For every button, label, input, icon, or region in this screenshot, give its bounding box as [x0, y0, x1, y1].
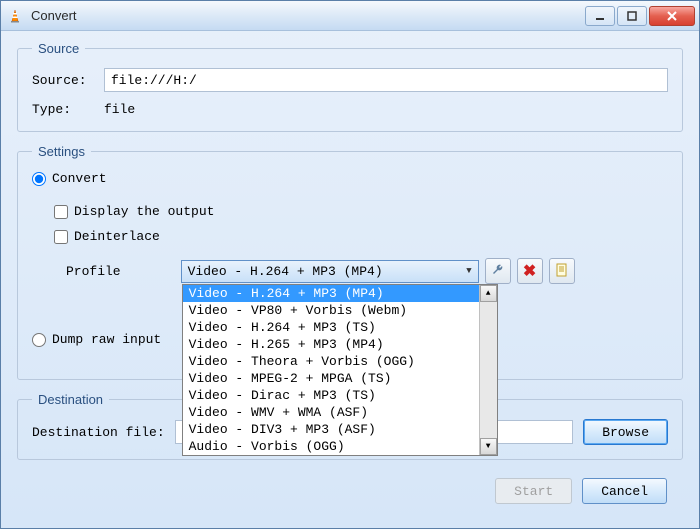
close-button[interactable] — [649, 6, 695, 26]
profile-option[interactable]: Video - DIV3 + MP3 (ASF) — [183, 421, 479, 438]
delete-profile-button[interactable]: ✖ — [517, 258, 543, 284]
new-profile-button[interactable] — [549, 258, 575, 284]
dropdown-scrollbar[interactable]: ▲ ▼ — [479, 285, 497, 455]
vlc-cone-icon — [5, 6, 25, 26]
dump-raw-label[interactable]: Dump raw input — [52, 332, 161, 347]
type-label: Type: — [32, 102, 104, 117]
destination-legend: Destination — [32, 392, 109, 407]
convert-dialog: Convert Source Source: Type: file — [0, 0, 700, 529]
convert-radio-label[interactable]: Convert — [52, 171, 107, 186]
titlebar: Convert — [1, 1, 699, 31]
dump-raw-radio[interactable] — [32, 333, 46, 347]
profile-option[interactable]: Video - Theora + Vorbis (OGG) — [183, 353, 479, 370]
deinterlace-checkbox[interactable] — [54, 230, 68, 244]
wrench-icon — [490, 262, 506, 281]
cancel-button[interactable]: Cancel — [582, 478, 667, 504]
profile-option[interactable]: Audio - Vorbis (OGG) — [183, 438, 479, 455]
profile-dropdown: Video - H.264 + MP3 (MP4) Video - VP80 +… — [182, 284, 498, 456]
profile-selected-text: Video - H.264 + MP3 (MP4) — [188, 264, 383, 279]
display-output-label[interactable]: Display the output — [74, 204, 214, 219]
new-document-icon — [554, 262, 570, 281]
convert-radio[interactable] — [32, 172, 46, 186]
scroll-down-icon[interactable]: ▼ — [480, 438, 497, 455]
profile-option[interactable]: Video - H.265 + MP3 (MP4) — [183, 336, 479, 353]
source-legend: Source — [32, 41, 85, 56]
destination-file-label: Destination file: — [32, 425, 165, 440]
profile-option[interactable]: Video - Dirac + MP3 (TS) — [183, 387, 479, 404]
minimize-button[interactable] — [585, 6, 615, 26]
source-label: Source: — [32, 73, 104, 88]
profile-option[interactable]: Video - VP80 + Vorbis (Webm) — [183, 302, 479, 319]
profile-option[interactable]: Video - WMV + WMA (ASF) — [183, 404, 479, 421]
type-value: file — [104, 102, 135, 117]
profile-option[interactable]: Video - H.264 + MP3 (TS) — [183, 319, 479, 336]
source-group: Source Source: Type: file — [17, 41, 683, 132]
profile-option[interactable]: Video - H.264 + MP3 (MP4) — [183, 285, 479, 302]
settings-group: Settings Convert Display the output Dein… — [17, 144, 683, 380]
start-button[interactable]: Start — [495, 478, 572, 504]
delete-x-icon: ✖ — [523, 261, 536, 281]
browse-button[interactable]: Browse — [583, 419, 668, 445]
scroll-up-icon[interactable]: ▲ — [480, 285, 497, 302]
settings-legend: Settings — [32, 144, 91, 159]
maximize-button[interactable] — [617, 6, 647, 26]
deinterlace-label[interactable]: Deinterlace — [74, 229, 160, 244]
content-area: Source Source: Type: file Settings Conve… — [1, 31, 699, 514]
source-input[interactable] — [104, 68, 668, 92]
window-controls — [585, 6, 695, 26]
profile-label: Profile — [66, 264, 121, 279]
edit-profile-button[interactable] — [485, 258, 511, 284]
profile-select[interactable]: Video - H.264 + MP3 (MP4) Video - H.264 … — [181, 260, 479, 283]
display-output-checkbox[interactable] — [54, 205, 68, 219]
profile-option[interactable]: Video - MPEG-2 + MPGA (TS) — [183, 370, 479, 387]
window-title: Convert — [31, 8, 585, 23]
